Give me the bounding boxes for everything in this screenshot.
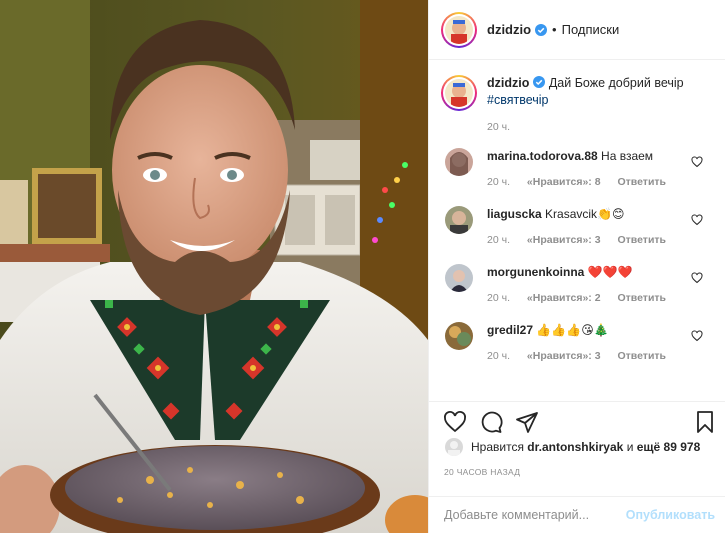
commenter-avatar-image [445, 322, 473, 350]
caption-avatar-image [445, 79, 473, 107]
commenter-avatar-image [445, 206, 473, 234]
liker-avatar[interactable] [445, 438, 463, 456]
comment-username[interactable]: morgunenkoinna [487, 265, 584, 279]
comment-time[interactable]: 20 ч. [487, 292, 510, 304]
post-time-ago[interactable]: 20 ЧАСОВ НАЗАД [444, 467, 520, 477]
reply-button[interactable]: Ответить [617, 234, 666, 246]
author-avatar[interactable] [441, 11, 477, 48]
share-icon[interactable] [515, 410, 539, 434]
caption-text: Дай Боже добрий вечір [548, 76, 684, 90]
comment-likes[interactable]: «Нравится»: 2 [527, 292, 601, 304]
comment-item: morgunenkoinna ❤️❤️❤️ 20 ч. «Нравится»: … [441, 264, 709, 307]
post-side-panel: dzidzio • Подписки dzidzio Дай Боже добр… [428, 0, 725, 533]
comments-list[interactable]: dzidzio Дай Боже добрий вечір #святвечір… [429, 61, 725, 401]
commenter-avatar[interactable] [445, 322, 473, 350]
likes-count[interactable]: ещё 89 978 [637, 440, 701, 454]
comment-text: ❤️❤️❤️ [587, 265, 633, 279]
commenter-avatar[interactable] [445, 148, 473, 176]
caption-username[interactable]: dzidzio [487, 76, 529, 90]
heart-icon[interactable] [443, 410, 467, 434]
comment-like-icon[interactable] [691, 156, 703, 168]
post-header: dzidzio • Подписки [429, 0, 725, 60]
likes-mid: и [626, 440, 634, 454]
comment-item: liaguscka Krasavcik👏😊 20 ч. «Нравится»: … [441, 206, 709, 249]
comment-item: gredil27 👍👍👍😘🎄 20 ч. «Нравится»: 3 Ответ… [441, 322, 709, 365]
comment-like-icon[interactable] [691, 330, 703, 342]
commenter-avatar[interactable] [445, 264, 473, 292]
comment-time[interactable]: 20 ч. [487, 350, 510, 362]
post-photo[interactable] [0, 0, 428, 533]
bookmark-icon[interactable] [693, 410, 717, 434]
comment-like-icon[interactable] [691, 214, 703, 226]
comment-item: marina.todorova.88 На взаем 20 ч. «Нрави… [441, 148, 709, 191]
post-caption: dzidzio Дай Боже добрий вечір #святвечір [441, 75, 709, 111]
likes-prefix: Нравится [471, 440, 524, 454]
comment-username[interactable]: marina.todorova.88 [487, 149, 598, 163]
comment-likes[interactable]: «Нравится»: 3 [527, 234, 601, 246]
header-separator: • [552, 22, 557, 37]
verified-badge-icon [535, 23, 548, 36]
comment-text: Krasavcik👏😊 [545, 207, 625, 221]
comment-likes[interactable]: «Нравится»: 8 [527, 176, 601, 188]
reply-button[interactable]: Ответить [617, 292, 666, 304]
comment-username[interactable]: liaguscka [487, 207, 542, 221]
comment-likes[interactable]: «Нравится»: 3 [527, 350, 601, 362]
liker-username[interactable]: dr.antonshkiryak [527, 440, 623, 454]
author-username[interactable]: dzidzio [487, 22, 531, 37]
commenter-avatar[interactable] [445, 206, 473, 234]
reply-button[interactable]: Ответить [617, 350, 666, 362]
comment-like-icon[interactable] [691, 272, 703, 284]
author-avatar-image [445, 15, 473, 44]
add-comment-bar: Опубликовать [429, 496, 725, 533]
photo-illustration [0, 0, 428, 533]
publish-button[interactable]: Опубликовать [626, 508, 715, 522]
comment-time[interactable]: 20 ч. [487, 176, 510, 188]
comment-time[interactable]: 20 ч. [487, 234, 510, 246]
comment-text: 👍👍👍😘🎄 [536, 323, 609, 337]
likes-summary: Нравится dr.antonshkiryak и ещё 89 978 [445, 438, 700, 456]
comment-input[interactable] [444, 508, 626, 522]
liker-avatar-image [445, 438, 463, 456]
comment-text: На взаем [601, 149, 654, 163]
caption-time[interactable]: 20 ч. [487, 121, 709, 133]
instagram-post: dzidzio • Подписки dzidzio Дай Боже добр… [0, 0, 725, 533]
comment-username[interactable]: gredil27 [487, 323, 533, 337]
reply-button[interactable]: Ответить [617, 176, 666, 188]
action-bar [429, 401, 725, 441]
verified-badge-icon [533, 76, 546, 88]
following-button[interactable]: Подписки [562, 22, 620, 37]
commenter-avatar-image [445, 148, 473, 176]
caption-avatar[interactable] [441, 75, 477, 111]
comment-icon[interactable] [479, 410, 503, 434]
commenter-avatar-image [445, 264, 473, 292]
caption-hashtag[interactable]: #святвечір [487, 93, 548, 107]
